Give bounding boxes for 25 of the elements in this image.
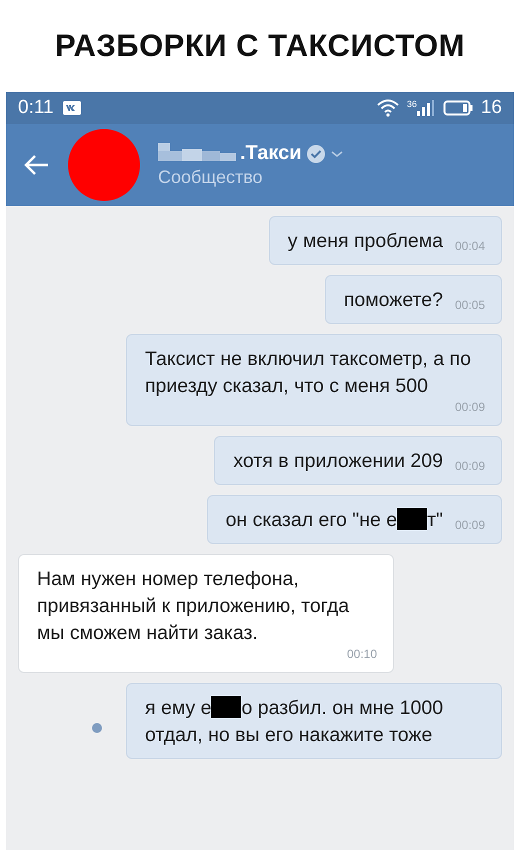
message-time: 00:05 bbox=[454, 298, 485, 312]
message-text: хотя в приложении 209 bbox=[233, 449, 443, 474]
message-time: 00:09 bbox=[454, 518, 485, 532]
signal-icon bbox=[416, 100, 435, 116]
message-text: Таксист не включил таксометр, а по приезду сказал, что с меня 500 bbox=[145, 347, 472, 399]
network-label: 36 bbox=[406, 99, 417, 109]
message-text: поможете? bbox=[344, 288, 443, 313]
battery-level: 16 bbox=[480, 97, 502, 119]
back-arrow-icon[interactable] bbox=[24, 154, 50, 176]
community-subtitle: Сообщество bbox=[158, 167, 264, 188]
app-logo-icon bbox=[62, 100, 82, 116]
caption-title: РАЗБОРКИ С ТАКСИСТОМ bbox=[54, 27, 466, 65]
community-name: .Такси bbox=[240, 142, 302, 165]
message-time: 00:09 bbox=[454, 459, 485, 473]
message-text: я ему е о разбил. он мне 1000 отдал, но вы его накажите тоже bbox=[145, 695, 444, 748]
message-time: 00:09 bbox=[454, 400, 485, 414]
message-time: 00:04 bbox=[454, 239, 485, 253]
message-text: Нам нужен номер телефона, привязанный к приложению, тогда мы сможем найти заказ. bbox=[37, 567, 350, 646]
wifi-icon bbox=[376, 99, 399, 117]
message-time: 00:10 bbox=[346, 647, 377, 661]
chevron-down-icon[interactable] bbox=[330, 148, 344, 158]
battery-icon bbox=[442, 100, 473, 116]
message-text: у меня проблема bbox=[288, 229, 443, 254]
message-text: он сказал его "не е т" bbox=[226, 507, 443, 533]
status-time: 0:11 bbox=[18, 97, 54, 119]
